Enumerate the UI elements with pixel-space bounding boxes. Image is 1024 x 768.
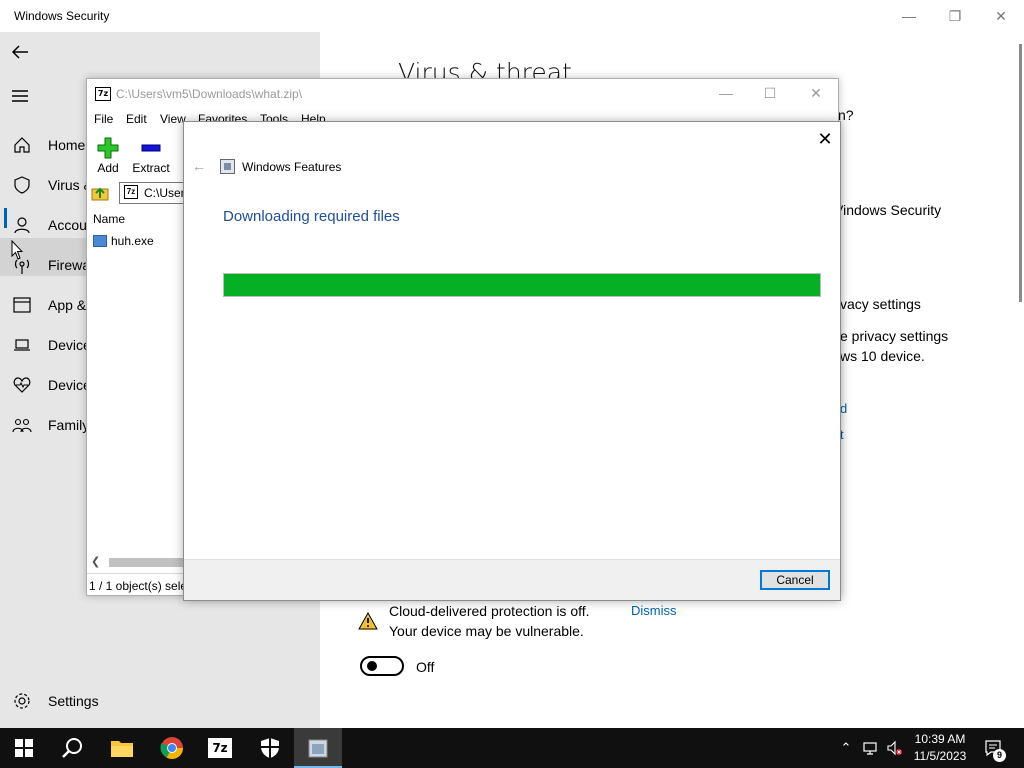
mouse-cursor-icon bbox=[11, 240, 23, 260]
horizontal-scrollbar[interactable]: ❮ bbox=[91, 555, 191, 569]
toggle-knob bbox=[367, 661, 377, 671]
heart-pulse-icon bbox=[13, 377, 31, 393]
status-text: 1 / 1 object(s) sele bbox=[89, 579, 188, 593]
window-title: Windows Security bbox=[14, 9, 110, 23]
sidebar-item-label: Device bbox=[48, 337, 91, 353]
sidebar-item-label: App & bbox=[48, 297, 87, 313]
sidebar-item-label: Settings bbox=[48, 693, 99, 709]
progress-fill bbox=[224, 274, 820, 296]
shield-icon bbox=[14, 176, 30, 194]
network-icon[interactable] bbox=[862, 740, 878, 756]
close-button[interactable]: ✕ bbox=[978, 4, 1024, 28]
search-icon bbox=[62, 738, 82, 758]
chrome-icon bbox=[160, 737, 183, 759]
windows-security-titlebar: Windows Security — ❐ ✕ bbox=[0, 0, 1024, 32]
close-button[interactable]: ✕ bbox=[793, 82, 839, 104]
warning-text: Your device may be vulnerable. bbox=[389, 623, 584, 639]
sevenzip-titlebar: 7z C:\Users\vm5\Downloads\what.zip\ — ☐ … bbox=[87, 79, 838, 108]
warning-icon bbox=[358, 612, 378, 630]
extract-label: Extract bbox=[132, 161, 170, 175]
add-button[interactable]: Add bbox=[84, 135, 132, 175]
archive-icon: 7z bbox=[124, 185, 138, 199]
windows-features-icon bbox=[308, 739, 328, 758]
taskbar-7zip[interactable]: 7z bbox=[196, 728, 244, 768]
progress-bar bbox=[223, 273, 821, 297]
sidebar-item-label: Home bbox=[48, 137, 86, 153]
folder-up-icon[interactable] bbox=[91, 184, 109, 202]
close-button[interactable]: ✕ bbox=[812, 126, 838, 152]
taskbar-chrome[interactable] bbox=[148, 728, 196, 768]
sevenzip-icon: 7z bbox=[208, 738, 232, 758]
show-hidden-icons-chevron-icon[interactable]: ⌃ bbox=[838, 740, 854, 756]
shield-icon bbox=[261, 738, 279, 758]
privacy-heading: vacy settings bbox=[840, 296, 921, 312]
blue-minus-icon bbox=[141, 144, 161, 152]
laptop-icon bbox=[14, 339, 30, 351]
sidebar-item-label: Family bbox=[48, 417, 90, 433]
green-plus-icon bbox=[97, 137, 119, 159]
gear-icon bbox=[14, 693, 30, 709]
privacy-link[interactable]: d bbox=[840, 401, 847, 416]
search-button[interactable] bbox=[48, 728, 96, 768]
taskbar: 7z ⌃ 10:39 AM 11/5/2023 9 bbox=[0, 728, 1024, 768]
back-arrow-icon[interactable] bbox=[10, 42, 30, 62]
scroll-thumb[interactable] bbox=[109, 558, 185, 567]
menu-edit[interactable]: Edit bbox=[126, 112, 147, 126]
app-browser-icon bbox=[13, 297, 31, 313]
windows-features-icon bbox=[220, 159, 235, 174]
folder-icon bbox=[111, 741, 133, 757]
family-icon bbox=[12, 418, 32, 433]
partial-windows-security-text: Vindows Security bbox=[834, 202, 942, 218]
extract-button[interactable]: Extract bbox=[127, 135, 175, 175]
toggle-state-label: Off bbox=[416, 659, 435, 675]
restore-button[interactable]: ❐ bbox=[932, 4, 978, 28]
privacy-description: e privacy settings bbox=[840, 328, 949, 344]
taskbar-file-explorer[interactable] bbox=[98, 728, 146, 768]
cancel-button[interactable]: Cancel bbox=[760, 570, 830, 590]
volume-muted-icon[interactable] bbox=[886, 740, 902, 756]
clock-time[interactable]: 10:39 AM bbox=[910, 732, 970, 746]
active-indicator bbox=[4, 208, 7, 228]
scroll-left-icon[interactable]: ❮ bbox=[91, 555, 100, 568]
hamburger-menu-icon[interactable] bbox=[10, 86, 30, 106]
window-title: C:\Users\vm5\Downloads\what.zip\ bbox=[116, 87, 303, 101]
windows-logo-icon bbox=[15, 739, 33, 757]
exe-file-icon bbox=[93, 235, 107, 247]
sidebar-item-label: Device bbox=[48, 377, 91, 393]
dialog-heading: Downloading required files bbox=[223, 208, 400, 225]
taskbar-windows-security[interactable] bbox=[246, 728, 294, 768]
sidebar-item-label: Firewa bbox=[48, 257, 91, 273]
cloud-protection-toggle[interactable] bbox=[360, 656, 404, 676]
scrollbar[interactable] bbox=[1019, 44, 1022, 302]
windows-features-dialog: ✕ ← Windows Features Downloading require… bbox=[183, 121, 841, 601]
warning-text: Cloud-delivered protection is off. bbox=[389, 603, 590, 619]
minimize-button[interactable]: — bbox=[886, 4, 932, 28]
sidebar-item-label: Accou bbox=[48, 217, 87, 233]
menu-file[interactable]: File bbox=[94, 112, 113, 126]
privacy-description: ws 10 device. bbox=[840, 348, 925, 364]
dialog-app-name: Windows Features bbox=[242, 160, 342, 174]
notification-count-badge: 9 bbox=[993, 749, 1006, 762]
taskbar-windows-features[interactable] bbox=[294, 728, 342, 768]
column-header-name[interactable]: Name bbox=[93, 212, 125, 226]
sevenzip-icon: 7z bbox=[95, 87, 111, 101]
person-icon bbox=[14, 217, 30, 234]
clock-date[interactable]: 11/5/2023 bbox=[910, 749, 970, 763]
menu-view[interactable]: View bbox=[160, 112, 186, 126]
back-arrow-icon[interactable]: ← bbox=[192, 158, 208, 174]
start-button[interactable] bbox=[0, 728, 48, 768]
minimize-button[interactable]: — bbox=[703, 82, 749, 104]
file-name: huh.exe bbox=[111, 234, 154, 248]
add-label: Add bbox=[97, 161, 119, 175]
home-icon bbox=[14, 137, 30, 153]
maximize-button[interactable]: ☐ bbox=[747, 82, 793, 104]
dismiss-link[interactable]: Dismiss bbox=[631, 603, 677, 618]
dialog-footer: Cancel bbox=[184, 559, 840, 600]
